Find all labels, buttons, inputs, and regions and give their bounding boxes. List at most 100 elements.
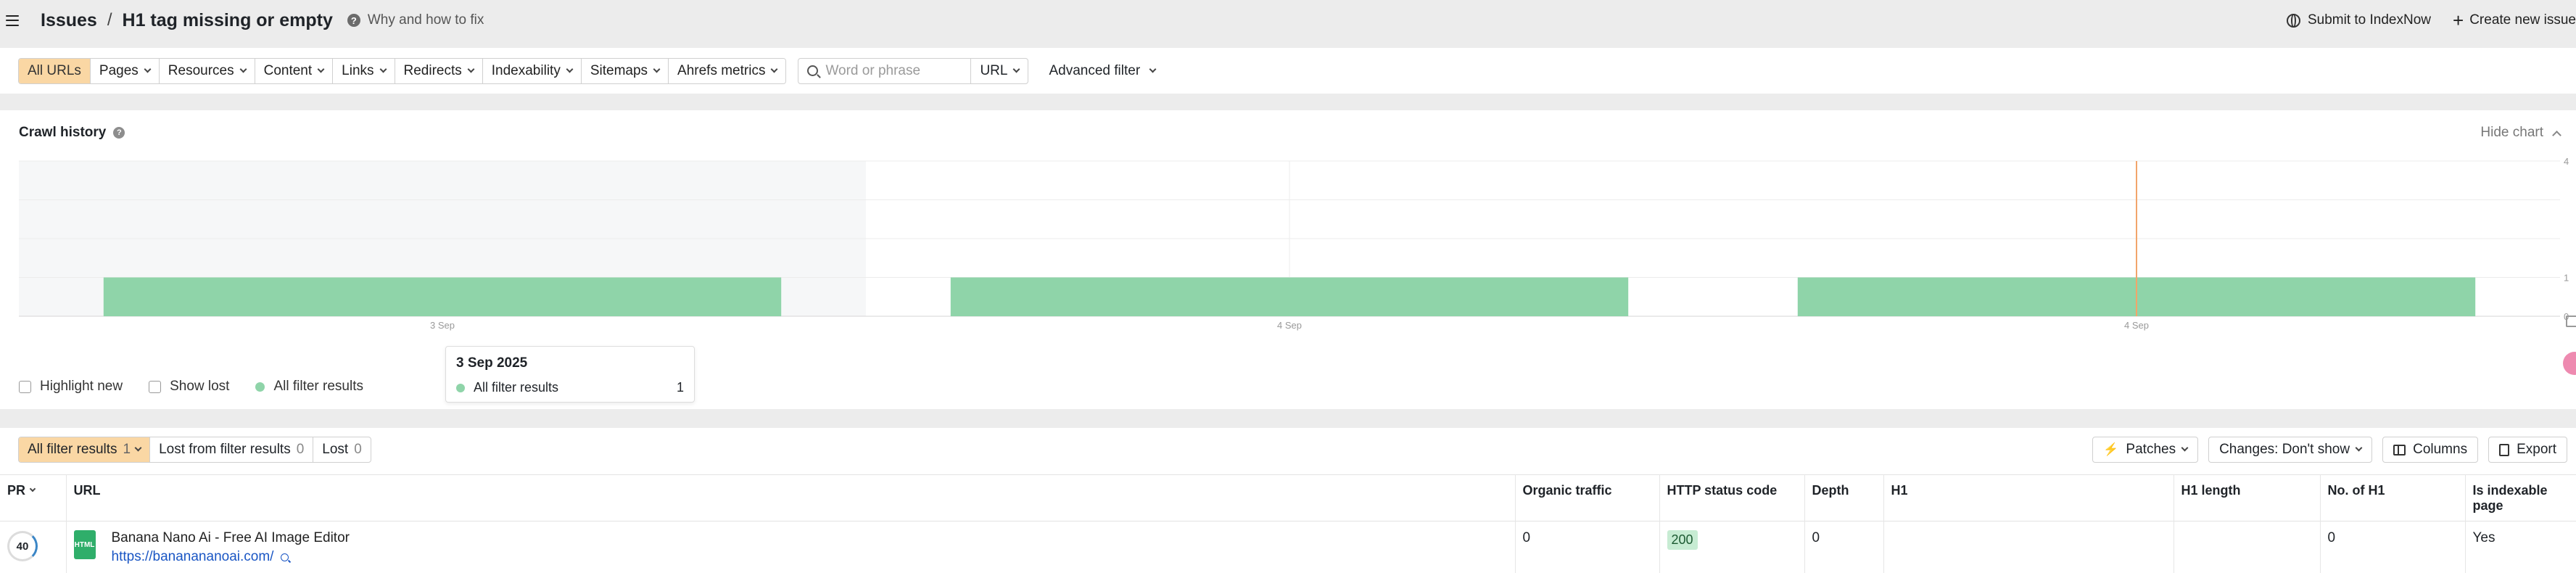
legend-series-label: All filter results bbox=[273, 379, 363, 394]
search-group: URL bbox=[798, 57, 1029, 84]
globe-icon bbox=[2286, 13, 2300, 28]
create-issue-button[interactable]: + Create new issue bbox=[2453, 11, 2576, 30]
filter-indexability[interactable]: Indexability bbox=[482, 58, 582, 83]
tab-count: 0 bbox=[354, 442, 362, 457]
cell-url: HTML Banana Nano Ai - Free AI Image Edit… bbox=[66, 521, 1516, 573]
results-table: PR URL Organic traffic HTTP status code … bbox=[0, 474, 2576, 573]
page-url-link[interactable]: https://bananananoai.com/ bbox=[112, 549, 350, 565]
filter-label: All URLs bbox=[28, 62, 81, 78]
tab-label: All filter results bbox=[28, 442, 117, 457]
cell-depth: 0 bbox=[1804, 521, 1884, 573]
export-label: Export bbox=[2517, 442, 2556, 457]
chart-bar[interactable] bbox=[103, 277, 782, 317]
column-header-http-status[interactable]: HTTP status code bbox=[1659, 474, 1805, 522]
breadcrumb-separator: / bbox=[107, 10, 112, 30]
x-tick-label: 4 Sep bbox=[1277, 320, 1302, 331]
column-header-depth[interactable]: Depth bbox=[1804, 474, 1884, 522]
search-scope-select[interactable]: URL bbox=[971, 59, 1028, 83]
results-tabs: All filter results 1 Lost from filter re… bbox=[18, 437, 371, 463]
chevron-down-icon bbox=[1149, 65, 1157, 73]
table-row: 40 HTML Banana Nano Ai - Free AI Image E… bbox=[0, 521, 2576, 573]
advanced-filter-button[interactable]: Advanced filter bbox=[1049, 62, 1157, 79]
help-icon[interactable]: ? bbox=[113, 127, 125, 139]
filter-label: Links bbox=[342, 62, 374, 78]
filter-label: Ahrefs metrics bbox=[677, 62, 766, 78]
y-tick-label: 4 bbox=[2564, 156, 2569, 167]
column-header-indexable[interactable]: Is indexable page bbox=[2465, 474, 2576, 522]
cell-h1-length bbox=[2174, 521, 2321, 573]
filter-redirects[interactable]: Redirects bbox=[395, 58, 483, 83]
export-button[interactable]: Export bbox=[2488, 437, 2567, 463]
page-title-text: Banana Nano Ai - Free AI Image Editor bbox=[111, 530, 350, 545]
changes-button[interactable]: Changes: Don't show bbox=[2208, 437, 2373, 463]
chart-bar[interactable] bbox=[950, 277, 1629, 317]
menu-icon[interactable] bbox=[6, 15, 19, 26]
filter-sitemaps[interactable]: Sitemaps bbox=[581, 58, 669, 83]
filter-resources[interactable]: Resources bbox=[159, 58, 255, 83]
breadcrumb-issues[interactable]: Issues bbox=[41, 10, 97, 31]
tab-lost-from-filter-results[interactable]: Lost from filter results 0 bbox=[150, 437, 314, 462]
cell-indexable: Yes bbox=[2465, 521, 2576, 573]
filter-all-urls[interactable]: All URLs bbox=[19, 58, 91, 83]
highlight-new-checkbox[interactable] bbox=[19, 380, 31, 393]
cell-http-status: 200 bbox=[1659, 521, 1805, 573]
x-tick-label: 4 Sep bbox=[2124, 320, 2149, 331]
cell-pr: 40 bbox=[0, 521, 67, 573]
submit-indexnow-button[interactable]: Submit to IndexNow bbox=[2286, 12, 2431, 28]
tab-count: 0 bbox=[296, 442, 305, 457]
chevron-down-icon bbox=[144, 65, 152, 73]
tooltip-row: All filter results 1 bbox=[456, 380, 684, 395]
column-header-h1[interactable]: H1 bbox=[1883, 474, 2174, 522]
why-and-how-link[interactable]: ? Why and how to fix bbox=[347, 12, 484, 28]
filter-links[interactable]: Links bbox=[333, 58, 395, 83]
y-tick-label: 1 bbox=[2564, 273, 2569, 284]
export-icon bbox=[2499, 443, 2510, 456]
advanced-filter-label: Advanced filter bbox=[1049, 62, 1141, 78]
column-header-url[interactable]: URL bbox=[66, 474, 1516, 522]
column-header-pr[interactable]: PR bbox=[0, 474, 67, 522]
top-actions: Submit to IndexNow + Create new issue bbox=[2265, 0, 2576, 41]
chevron-down-icon bbox=[134, 444, 142, 452]
show-lost-label: Show lost bbox=[170, 379, 230, 394]
column-header-organic-traffic[interactable]: Organic traffic bbox=[1515, 474, 1660, 522]
tab-lost[interactable]: Lost 0 bbox=[313, 437, 371, 462]
chevron-down-icon bbox=[1013, 65, 1020, 73]
assistant-bubble-icon[interactable] bbox=[2563, 352, 2576, 375]
filter-ahrefs-metrics[interactable]: Ahrefs metrics bbox=[669, 58, 786, 83]
patches-label: Patches bbox=[2126, 442, 2176, 457]
chevron-down-icon bbox=[467, 65, 475, 73]
crawl-history-panel: Crawl history ? Hide chart 3 Sep 4 Sep 4 S… bbox=[0, 110, 2576, 409]
show-lost-toggle[interactable]: Show lost bbox=[149, 379, 229, 395]
highlight-new-toggle[interactable]: Highlight new bbox=[19, 379, 123, 395]
tab-all-filter-results[interactable]: All filter results 1 bbox=[19, 437, 151, 462]
filter-pages[interactable]: Pages bbox=[90, 58, 160, 83]
crawl-history-chart: 3 Sep 4 Sep 4 Sep 014 bbox=[19, 156, 2569, 331]
tab-label: Lost bbox=[322, 442, 349, 457]
highlight-new-label: Highlight new bbox=[40, 379, 123, 394]
show-lost-checkbox[interactable] bbox=[149, 380, 162, 393]
hide-chart-button[interactable]: Hide chart bbox=[2480, 125, 2561, 141]
patches-button[interactable]: ⚡ Patches bbox=[2092, 437, 2199, 463]
column-header-h1-length[interactable]: H1 length bbox=[2174, 474, 2321, 522]
column-header-no-h1[interactable]: No. of H1 bbox=[2320, 474, 2466, 522]
table-header-row: PR URL Organic traffic HTTP status code … bbox=[0, 474, 2576, 522]
create-issue-label: Create new issue bbox=[2469, 12, 2576, 28]
html-file-icon: HTML bbox=[73, 530, 96, 559]
chevron-up-icon bbox=[2552, 130, 2561, 140]
cell-h1 bbox=[1883, 521, 2174, 573]
columns-label: Columns bbox=[2413, 442, 2468, 457]
top-bar: Issues / H1 tag missing or empty ? Why a… bbox=[0, 0, 2576, 41]
legend-all-filter-results[interactable]: All filter results bbox=[255, 379, 363, 395]
series-dot-icon bbox=[456, 383, 465, 392]
tab-label: Lost from filter results bbox=[159, 442, 291, 457]
chevron-down-icon bbox=[379, 65, 387, 73]
tooltip-value: 1 bbox=[676, 380, 684, 395]
columns-icon bbox=[2393, 444, 2406, 455]
search-input[interactable] bbox=[825, 62, 957, 79]
crawl-history-title-text: Crawl history bbox=[19, 125, 107, 140]
grid-icon[interactable] bbox=[2566, 316, 2576, 327]
search-icon[interactable] bbox=[281, 553, 289, 561]
columns-button[interactable]: Columns bbox=[2382, 437, 2479, 463]
results-actions: ⚡ Patches Changes: Don't show Columns Ex… bbox=[2082, 437, 2567, 463]
filter-content[interactable]: Content bbox=[255, 58, 334, 83]
